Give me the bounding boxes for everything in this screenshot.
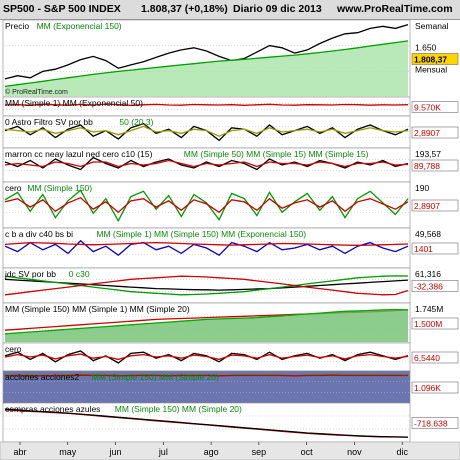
panel-title: Precio [5,21,29,31]
last-value-label: -32,386 [414,282,443,292]
last-value-label: 2,8907 [414,128,440,138]
scale-label: 49,568 [415,229,441,239]
panel-title-extra: 0 c30 [69,269,90,279]
panel-title: cero [5,183,22,193]
panel-title: compras acciones azules [5,404,100,414]
panel-title-extra: 50 (20,3) [119,117,153,127]
scale-label: 1.745M [415,304,443,314]
panel-title: acciones acciones2 [5,372,79,382]
x-axis-label: nov [347,447,362,457]
chart-canvas: Precio MM (Exponencial 150) © ProRealTime.… [0,19,460,460]
scale-label: 190 [415,183,429,193]
scale-label: 193,57 [415,149,441,159]
panel-title-extra: MM (Exponencial 150) [37,21,122,31]
panel-title: jdc SV por bb [4,269,56,279]
panel-title-extra: MM (Simple 50) MM (Simple 15) MM (Simple… [184,149,369,159]
x-axis-label: oct [301,447,314,457]
panel-title-extra: MM (Simple 150) [27,183,92,193]
watermark-text: © ProRealTime.com [5,88,68,96]
scale-label: 61,316 [415,269,441,279]
last-value-label: 2,8907 [414,201,440,211]
x-axis-label: jul [158,447,168,457]
last-value-label: 9.570K [414,103,441,113]
last-value-label: 89,788 [414,161,440,171]
x-axis-label: dic [396,447,408,457]
x-axis-label: ago [204,447,219,457]
panel-title-extra: MM (Simple 150) MM (Simple 20) [92,372,219,382]
x-axis-label: may [59,447,77,457]
last-value-label: -718.638 [414,419,448,429]
panel-title: 0 Astro Filtro SV por bb [5,117,93,127]
x-axis-label: jun [109,447,122,457]
scale-label: Mensual [415,64,447,74]
panel-title: MM (Simple 150) MM (Simple 1) MM (Simple… [5,304,190,314]
last-value-label: 1.500M [414,319,442,329]
last-value-label: 1401 [414,244,433,254]
panel-title-extra: MM (Simple 1) MM (Simple 150) MM (Expone… [96,229,306,239]
last-value-label: 1.096K [414,383,441,393]
scale-label: 1.650 [415,43,437,53]
x-axis-label: abr [13,447,26,457]
last-value-label: 1.808,37 [414,55,447,65]
last-value-label: 6,5440 [414,353,440,363]
panel-frame [2,267,411,304]
panel-title: marron cc neay lazul ned cero c10 (15) [5,149,153,159]
panel-title: c b a div c40 bs bi [5,229,73,239]
panel-title: cero [5,344,22,354]
panel-title-extra: MM (Simple 150) MM (Simple 20) [115,404,242,414]
x-axis-label: sep [252,447,267,457]
scale-label: Semanal [415,21,449,31]
chart-window: SP500 - S&P 500 INDEX 1.808,37 (+0,18%) … [0,0,460,460]
panel-title: MM (Simple 1) MM (Exponencial 50) [5,98,143,108]
